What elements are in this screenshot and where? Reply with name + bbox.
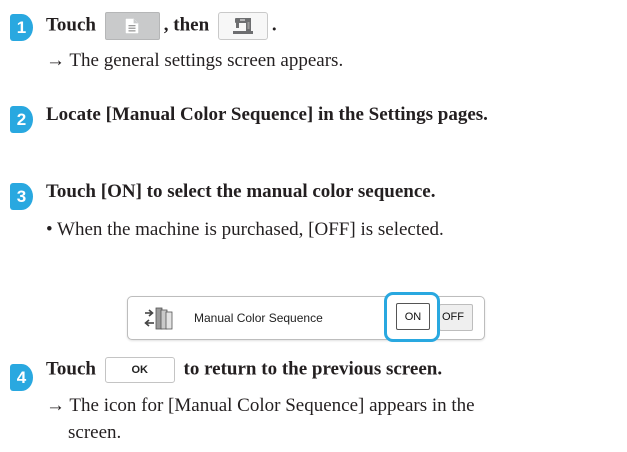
- step-4-tail: to return to the previous screen.: [183, 358, 443, 380]
- on-button[interactable]: ON: [396, 303, 430, 330]
- step-4-result-line-1: → The icon for [Manual Color Sequence] a…: [46, 395, 475, 416]
- step-1-instruction: Touch , then .: [46, 12, 277, 40]
- step-1-period: .: [271, 14, 277, 36]
- step-4-number: 4: [10, 364, 33, 391]
- step-1-number: 1: [10, 14, 33, 41]
- page-icon: [126, 18, 139, 34]
- step-3-number: 3: [10, 183, 33, 210]
- home-page-button[interactable]: [104, 12, 160, 40]
- step-4-lead: Touch: [46, 358, 96, 380]
- manual-color-sequence-setting: Manual Color Sequence OFF ON: [127, 292, 485, 342]
- step-3-note: • When the machine is purchased, [OFF] i…: [46, 219, 444, 240]
- on-selection-highlight: ON: [384, 292, 440, 342]
- step-4-result-line-2: screen.: [68, 422, 122, 443]
- color-sequence-icon: [144, 307, 173, 330]
- sewing-machine-icon: [232, 18, 253, 34]
- step-3-instruction: Touch [ON] to select the manual color se…: [46, 181, 436, 202]
- manual-color-sequence-label: Manual Color Sequence: [194, 311, 323, 325]
- ok-button[interactable]: OK: [104, 357, 175, 383]
- step-2-number: 2: [10, 106, 33, 133]
- step-2-instruction: Locate [Manual Color Sequence] in the Se…: [46, 104, 488, 125]
- off-button[interactable]: OFF: [439, 304, 473, 331]
- step-1-lead: Touch: [46, 14, 96, 36]
- step-4-instruction: Touch OK to return to the previous scree…: [46, 357, 442, 383]
- settings-button[interactable]: [217, 12, 268, 40]
- step-1-then: , then: [163, 14, 210, 36]
- step-1-result: → The general settings screen appears.: [46, 50, 344, 71]
